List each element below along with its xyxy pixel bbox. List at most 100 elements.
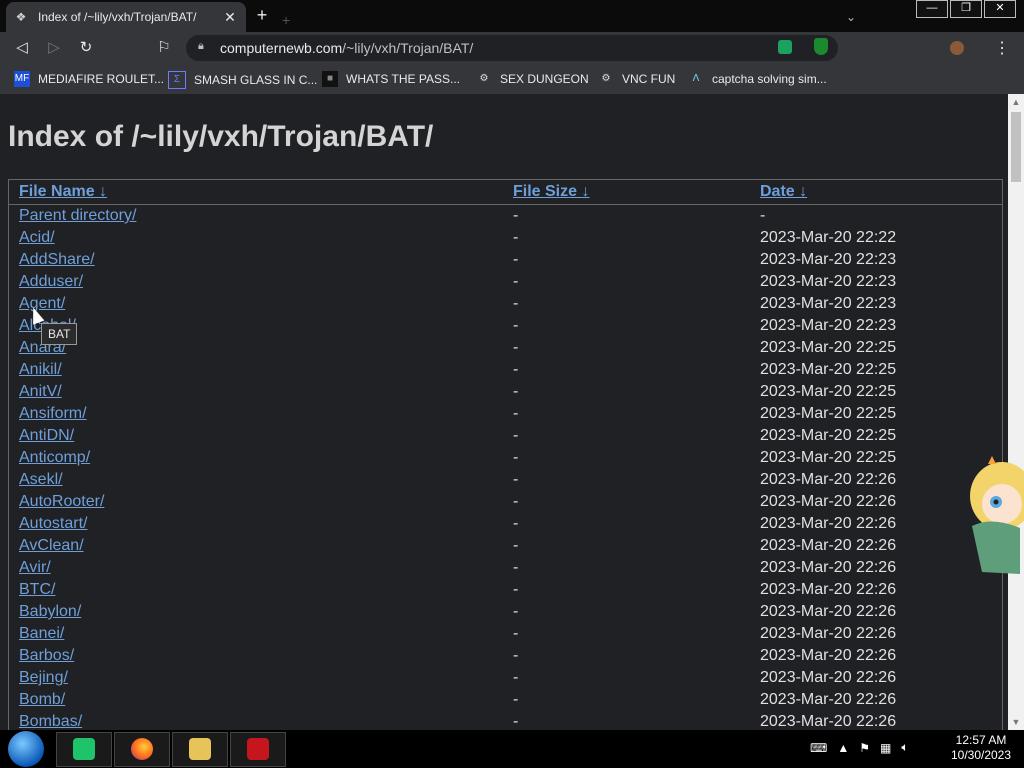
back-icon[interactable]: ◁ <box>12 38 32 58</box>
bookmark-icon[interactable]: ⚐ <box>154 38 174 58</box>
taskbar-app-explorer[interactable] <box>172 732 228 767</box>
file-size: - <box>513 625 519 642</box>
table-row: Adduser/ - 2023-Mar-20 22:23 <box>9 271 1002 293</box>
url-text[interactable]: computernewb.com/~lily/vxh/Trojan/BAT/ <box>220 40 473 56</box>
file-name-link[interactable]: Bombas/ <box>19 713 82 730</box>
file-size: - <box>513 713 519 730</box>
profile-avatar[interactable] <box>950 41 964 55</box>
file-size: - <box>513 669 519 686</box>
lock-icon: 🔒︎ <box>198 40 204 52</box>
extension-shield-icon[interactable] <box>814 38 828 55</box>
close-window-button[interactable]: ✕ <box>984 0 1016 18</box>
file-date: 2023-Mar-20 22:26 <box>760 647 897 664</box>
file-size: - <box>513 581 519 598</box>
reload-icon[interactable]: ↻ <box>76 38 96 58</box>
file-name-link[interactable]: Bejing/ <box>19 669 68 687</box>
menu-icon[interactable]: ⋮ <box>994 38 1010 58</box>
file-name-link[interactable]: AntiDN/ <box>19 427 74 445</box>
tab-search-icon[interactable]: ⌄ <box>846 10 856 24</box>
file-name-link[interactable]: Agent/ <box>19 295 65 313</box>
start-button[interactable] <box>8 731 44 767</box>
table-row: Bejing/ - 2023-Mar-20 22:26 <box>9 667 1002 689</box>
network-icon[interactable]: ▦ <box>880 741 891 755</box>
file-date: 2023-Mar-20 22:26 <box>760 493 897 510</box>
forward-icon[interactable]: ▷ <box>44 38 64 58</box>
table-row: Ansiform/ - 2023-Mar-20 22:25 <box>9 403 1002 425</box>
file-date: 2023-Mar-20 22:23 <box>760 251 897 268</box>
file-date: 2023-Mar-20 22:26 <box>760 669 897 686</box>
keyboard-icon[interactable]: ⌨ <box>810 741 827 755</box>
table-body: Parent directory/ - - Acid/ - 2023-Mar-20 22:… <box>9 205 1002 730</box>
sort-by-name-link[interactable]: File Name ↓ <box>19 183 107 201</box>
taskbar-app-green[interactable] <box>56 732 112 767</box>
tab-active[interactable]: ❖ Index of /~lily/vxh/Trojan/BAT/ ✕ <box>6 2 246 32</box>
scroll-down-icon[interactable]: ▼ <box>1008 714 1024 730</box>
tab-title: Index of /~lily/vxh/Trojan/BAT/ <box>38 10 197 24</box>
extension-green-icon[interactable] <box>778 40 792 54</box>
table-row: Babylon/ - 2023-Mar-20 22:26 <box>9 601 1002 623</box>
file-name-link[interactable]: Adduser/ <box>19 273 83 291</box>
file-name-link[interactable]: AvClean/ <box>19 537 84 555</box>
table-row: AntiDN/ - 2023-Mar-20 22:25 <box>9 425 1002 447</box>
clock[interactable]: 12:57 AM 10/30/2023 <box>950 733 1012 763</box>
file-name-link[interactable]: Asekl/ <box>19 471 63 489</box>
table-row: Parent directory/ - - <box>9 205 1002 227</box>
taskbar-app-red[interactable] <box>230 732 286 767</box>
bookmark-smash-glass[interactable]: Σ SMASH GLASS IN C... <box>168 71 317 89</box>
scroll-up-icon[interactable]: ▲ <box>1008 94 1024 110</box>
file-date: 2023-Mar-20 22:26 <box>760 603 897 620</box>
file-name-link[interactable]: Parent directory/ <box>19 207 136 225</box>
file-name-link[interactable]: Anikil/ <box>19 361 62 379</box>
bookmark-captcha[interactable]: Λ captcha solving sim... <box>688 71 827 87</box>
file-date: 2023-Mar-20 22:23 <box>760 273 897 290</box>
new-tab-button[interactable]: + <box>252 5 272 26</box>
address-bar[interactable]: 🔒︎ computernewb.com/~lily/vxh/Trojan/BAT… <box>186 35 838 61</box>
file-name-link[interactable]: Banei/ <box>19 625 64 643</box>
file-date: 2023-Mar-20 22:26 <box>760 691 897 708</box>
site-icon: ■ <box>322 71 338 87</box>
file-name-link[interactable]: BTC/ <box>19 581 55 599</box>
file-date: 2023-Mar-20 22:25 <box>760 449 897 466</box>
bookmark-whats-the-pass[interactable]: ■ WHATS THE PASS... <box>322 71 460 87</box>
sigma-icon: Σ <box>168 71 186 89</box>
tab-close-icon[interactable]: ✕ <box>220 9 240 26</box>
table-row: Acid/ - 2023-Mar-20 22:22 <box>9 227 1002 249</box>
file-size: - <box>513 559 519 576</box>
window-controls: — ❐ ✕ <box>914 0 1016 18</box>
file-name-link[interactable]: Acid/ <box>19 229 55 247</box>
file-size: - <box>513 383 519 400</box>
file-name-link[interactable]: Ansiform/ <box>19 405 87 423</box>
file-name-link[interactable]: Babylon/ <box>19 603 81 621</box>
file-name-link[interactable]: Anticomp/ <box>19 449 90 467</box>
taskbar: ⌨ ▲ ⚑ ▦ 🔈︎ 12:57 AM 10/30/2023 <box>0 730 1024 768</box>
file-date: 2023-Mar-20 22:26 <box>760 515 897 532</box>
page-scrollbar[interactable]: ▲ ▼ <box>1008 94 1024 730</box>
file-name-link[interactable]: AnitV/ <box>19 383 62 401</box>
file-date: 2023-Mar-20 22:22 <box>760 229 897 246</box>
green-app-icon <box>73 738 95 760</box>
scrollbar-thumb[interactable] <box>1011 112 1021 182</box>
tray-expand-icon[interactable]: ▲ <box>837 741 849 755</box>
minimize-button[interactable]: — <box>916 0 948 18</box>
sort-by-size-link[interactable]: File Size ↓ <box>513 183 589 201</box>
bookmark-sex-dungeon[interactable]: ⚙ SEX DUNGEON <box>476 71 589 87</box>
file-size: - <box>513 405 519 422</box>
file-name-link[interactable]: Barbos/ <box>19 647 74 665</box>
table-row: Bombas/ - 2023-Mar-20 22:26 <box>9 711 1002 730</box>
table-row: Avir/ - 2023-Mar-20 22:26 <box>9 557 1002 579</box>
file-name-link[interactable]: Bomb/ <box>19 691 65 709</box>
file-name-link[interactable]: AddShare/ <box>19 251 95 269</box>
file-date: 2023-Mar-20 22:23 <box>760 295 897 312</box>
volume-icon[interactable]: 🔈︎ <box>901 740 908 755</box>
file-size: - <box>513 207 519 224</box>
maximize-button[interactable]: ❐ <box>950 0 982 18</box>
flag-icon[interactable]: ⚑ <box>859 741 870 755</box>
bookmark-vnc-fun[interactable]: ⚙ VNC FUN <box>598 71 676 87</box>
file-name-link[interactable]: Avir/ <box>19 559 51 577</box>
sort-by-date-link[interactable]: Date ↓ <box>760 183 807 201</box>
file-size: - <box>513 295 519 312</box>
file-name-link[interactable]: Autostart/ <box>19 515 87 533</box>
file-name-link[interactable]: AutoRooter/ <box>19 493 104 511</box>
bookmark-mediafire[interactable]: MF MEDIAFIRE ROULET... <box>14 71 164 87</box>
taskbar-app-firefox[interactable] <box>114 732 170 767</box>
